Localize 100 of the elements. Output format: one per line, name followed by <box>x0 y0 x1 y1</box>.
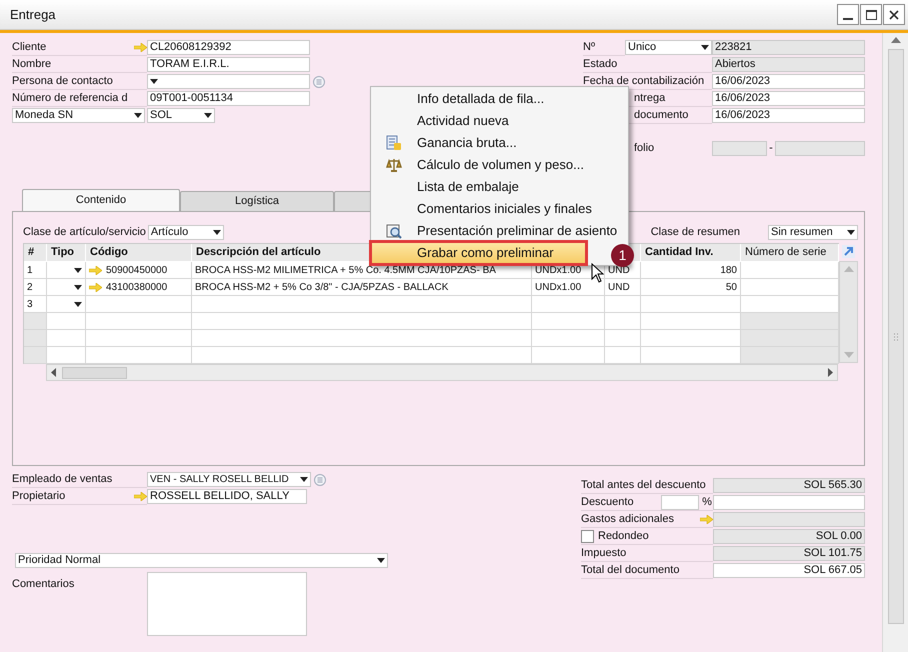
field-label: Total del documento <box>581 562 680 578</box>
caret-icon <box>150 79 158 84</box>
readonly-field[interactable]: Abiertos <box>712 57 865 72</box>
owner-field[interactable]: ROSSELL BELLIDO, SALLY <box>147 489 307 504</box>
field-label: Propietario <box>12 488 66 504</box>
arrow-icon[interactable] <box>89 282 102 292</box>
horizontal-scrollbar[interactable] <box>46 364 838 381</box>
arrow-icon[interactable] <box>89 266 102 274</box>
contact-select[interactable] <box>147 74 310 89</box>
amount-field[interactable] <box>713 512 865 527</box>
minimize-button[interactable] <box>837 4 859 25</box>
amount-field[interactable]: SOL 0.00 <box>713 529 865 544</box>
calculator-icon <box>386 135 402 151</box>
grip-icon <box>892 332 898 340</box>
list-icon[interactable] <box>313 76 325 88</box>
caret-icon <box>134 113 142 118</box>
item-code: 43100380000 <box>106 280 168 294</box>
date-field[interactable]: 16/06/2023 <box>712 108 865 123</box>
number-field[interactable]: 223821 <box>712 40 865 55</box>
column-header[interactable]: # <box>24 244 47 262</box>
range-separator: - <box>768 141 774 156</box>
scroll-thumb[interactable] <box>62 366 127 378</box>
discount-percent-field[interactable] <box>661 494 699 510</box>
caret-icon <box>377 558 385 563</box>
series-select[interactable]: Unico <box>625 40 712 55</box>
scroll-up-icon[interactable] <box>844 266 854 272</box>
menu-item[interactable]: Grabar como preliminar <box>371 242 586 264</box>
table-cell <box>605 330 641 347</box>
currency-select[interactable]: Moneda SN <box>12 108 145 123</box>
field-label: Persona de contacto <box>12 74 113 89</box>
table-cell <box>47 347 86 364</box>
amount-field[interactable] <box>713 495 865 510</box>
caret-icon <box>74 284 82 290</box>
field-label: ntrega <box>633 90 666 106</box>
arrow-icon[interactable] <box>700 514 713 524</box>
text-field[interactable]: CL20608129392 <box>147 40 310 55</box>
caret-icon <box>74 268 82 272</box>
comments-field[interactable] <box>147 572 307 636</box>
text-field[interactable]: 09T001-0051134 <box>147 91 310 106</box>
menu-item[interactable]: Lista de embalaje <box>371 176 628 198</box>
range-end-field[interactable] <box>775 141 865 156</box>
window-scrollbar[interactable] <box>882 33 908 652</box>
field-label: Nombre <box>12 56 52 72</box>
field-label: Comentarios <box>12 577 76 592</box>
currency-field[interactable]: SOL <box>147 108 215 123</box>
checkbox[interactable] <box>581 530 594 542</box>
scroll-left-icon[interactable] <box>51 368 56 377</box>
field-label: Descuento <box>581 494 634 510</box>
item-code: 50900450000 <box>106 264 168 278</box>
menu-item[interactable]: Presentación preliminar de asiento <box>371 220 628 242</box>
amount-field[interactable]: SOL 565.30 <box>713 478 865 493</box>
tab[interactable]: Contenido <box>22 189 180 211</box>
close-button[interactable] <box>883 4 905 25</box>
window-title: Entrega <box>10 6 56 24</box>
minimize-icon <box>843 18 853 20</box>
summary-select[interactable]: Sin resumen <box>768 224 858 240</box>
menu-item[interactable]: Comentarios iniciales y finales <box>371 198 628 220</box>
vertical-scrollbar[interactable] <box>839 261 858 363</box>
table-cell <box>605 347 641 364</box>
column-header[interactable]: Cantidad Inv. <box>641 244 741 262</box>
table-cell <box>24 313 47 330</box>
amount-field[interactable]: SOL 667.05 <box>713 563 865 578</box>
column-header[interactable]: Tipo <box>47 244 86 262</box>
text-field[interactable]: TORAM E.I.R.L. <box>147 57 310 72</box>
field-label: Nº <box>583 40 595 55</box>
caret-icon <box>300 477 308 482</box>
amount-field[interactable]: SOL 101.75 <box>713 546 865 561</box>
arrow-icon[interactable] <box>134 492 147 500</box>
menu-item[interactable]: Ganancia bruta... <box>371 132 628 154</box>
caret-icon <box>212 230 221 234</box>
sales-employee-select[interactable]: VEN - SALLY ROSELL BELLID <box>147 472 311 487</box>
scroll-down-icon[interactable] <box>844 352 854 358</box>
scroll-right-icon[interactable] <box>828 368 833 377</box>
menu-item[interactable]: Actividad nueva <box>371 110 628 132</box>
menu-item[interactable]: Info detallada de fila... <box>371 88 628 110</box>
maximize-icon <box>866 10 876 20</box>
preview-icon <box>386 223 402 239</box>
field-label: Impuesto <box>581 546 626 561</box>
field-label: Empleado de ventas <box>12 470 147 488</box>
maximize-button[interactable] <box>860 4 882 25</box>
priority-select[interactable]: Prioridad Normal <box>15 553 388 568</box>
table-cell <box>24 330 47 347</box>
range-start-field[interactable] <box>712 141 767 156</box>
scroll-up-icon[interactable] <box>890 37 900 43</box>
tab[interactable]: Logística <box>180 191 334 211</box>
date-field[interactable]: 16/06/2023 <box>712 74 865 89</box>
expand-icon[interactable] <box>839 243 858 261</box>
field-label: documento <box>633 108 688 123</box>
caret-icon <box>204 113 212 118</box>
arrow-icon[interactable] <box>134 42 147 52</box>
item-class-select[interactable]: Artículo <box>148 224 224 240</box>
column-header[interactable]: Número de serie <box>741 244 839 262</box>
field-label: Clase de resumen <box>650 224 740 240</box>
column-header[interactable]: Código <box>86 244 192 262</box>
date-field[interactable]: 16/06/2023 <box>712 91 865 106</box>
percent-sign: % <box>701 494 713 510</box>
field-label: Redondeo <box>598 528 649 544</box>
list-icon[interactable] <box>314 474 326 486</box>
scroll-thumb[interactable] <box>888 49 904 624</box>
menu-item[interactable]: Cálculo de volumen y peso... <box>371 154 628 176</box>
